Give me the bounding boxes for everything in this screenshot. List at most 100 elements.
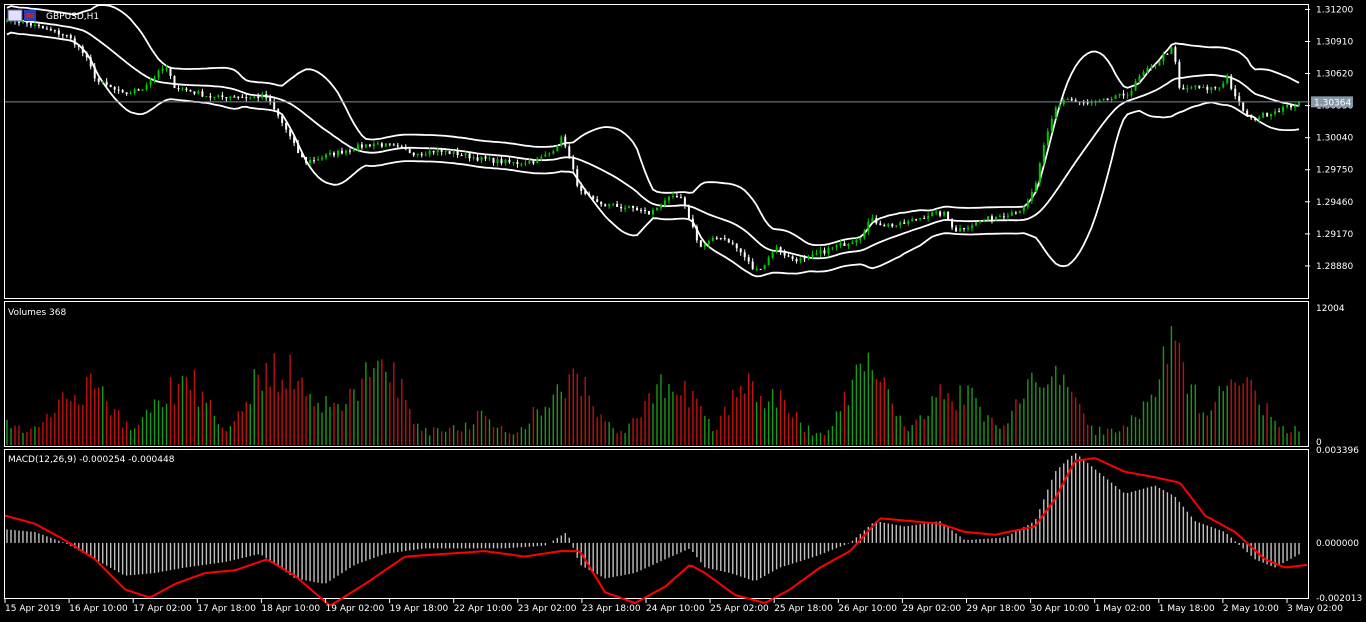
price-candle-body [257, 96, 260, 98]
price-candle-body [325, 154, 328, 158]
price-candle-body [181, 88, 184, 90]
price-candle-body [348, 150, 351, 152]
price-candle-body [620, 206, 623, 209]
macd-pane[interactable]: MACD(12,26,9) -0.000254 -0.000448 0.0033… [4, 446, 1363, 607]
price-candle-body [671, 195, 674, 197]
price-candle-body [975, 222, 978, 226]
price-candle-body [1162, 53, 1165, 62]
price-candle-body [229, 96, 232, 99]
volume-pane[interactable]: Volumes 368 120040 [4, 301, 1345, 449]
price-candle-body [516, 162, 519, 165]
current-price-label: 1.30364 [1314, 98, 1351, 108]
price-candle-body [249, 97, 252, 99]
price-candle-body [476, 157, 479, 161]
bollinger-bands [6, 4, 1300, 278]
price-candle-body [412, 152, 415, 156]
chart-canvas[interactable]: 1.312001.309101.306201.303301.300401.297… [0, 0, 1366, 622]
price-candle-body [723, 238, 726, 240]
price-candle-body [205, 96, 208, 98]
price-candle-body [803, 258, 806, 260]
price-candle-body [903, 222, 906, 224]
price-candle-body [799, 258, 802, 262]
price-candle-body [1022, 206, 1025, 212]
price-candle-body [432, 150, 435, 153]
price-candle-body [843, 243, 846, 246]
price-candle-body [105, 81, 108, 85]
price-candle-body [1158, 61, 1161, 66]
macd-axis: 0.003396 0.000000 -0.002013 [1316, 446, 1362, 604]
price-candle-body [536, 158, 539, 164]
price-candle-body [61, 34, 64, 36]
price-candle-body [1262, 113, 1265, 118]
price-candle-body [261, 94, 264, 98]
price-candle-body [875, 218, 878, 224]
price-candle-body [89, 57, 92, 67]
price-candle-body [69, 35, 72, 39]
price-candle-body [464, 153, 467, 156]
time-tick-label: 15 Apr 2019 [5, 604, 61, 614]
price-candle-body [1294, 105, 1297, 108]
price-candle-body [747, 257, 750, 262]
time-tick-label: 17 Apr 02:00 [133, 604, 192, 614]
price-candle-body [137, 89, 140, 91]
price-candle-body [1150, 65, 1153, 68]
price-candle-body [161, 68, 164, 71]
macd-tick-label: 0.000000 [1316, 539, 1359, 549]
price-candle-body [998, 216, 1001, 218]
price-candle-body [1290, 104, 1293, 108]
price-candle-body [1118, 93, 1121, 96]
price-candle-body [1194, 85, 1197, 88]
price-candle-body [739, 248, 742, 253]
price-candle-body [994, 216, 997, 220]
time-tick-label: 22 Apr 10:00 [454, 604, 513, 614]
price-candle-body [667, 196, 670, 201]
price-candle-body [57, 30, 60, 35]
price-candle-body [616, 204, 619, 207]
price-candle-body [560, 136, 563, 146]
price-candle-body [947, 211, 950, 220]
macd-pane-frame [4, 449, 1309, 599]
price-candle-body [640, 209, 643, 211]
price-candle-body [978, 221, 981, 223]
price-candle-body [612, 204, 615, 206]
price-candle-body [173, 75, 176, 88]
price-candle-body [125, 92, 128, 95]
price-candle-body [245, 97, 248, 99]
price-candle-body [811, 254, 814, 257]
price-candle-body [971, 225, 974, 228]
price-candle-body [1222, 83, 1225, 88]
price-candle-body [165, 68, 168, 70]
price-candle-body [372, 143, 375, 147]
price-candle-body [1110, 98, 1113, 101]
price-candle-body [1186, 88, 1189, 90]
price-candle-body [1070, 98, 1073, 101]
price-candle-body [17, 21, 20, 23]
price-candle-body [727, 238, 730, 243]
price-candle-body [129, 93, 132, 95]
price-candle-body [823, 250, 826, 254]
price-candle-body [632, 205, 635, 208]
price-candle-body [755, 268, 758, 270]
price-candle-body [157, 70, 160, 78]
volume-bars [6, 326, 1300, 445]
price-candle-body [675, 195, 678, 198]
price-candle-body [1234, 88, 1237, 97]
price-candle-body [1218, 87, 1221, 89]
price-candle-body [528, 161, 531, 164]
price-candle-body [468, 153, 471, 159]
price-candle-body [277, 109, 280, 116]
price-candle-body [225, 96, 228, 99]
price-candle-body [305, 156, 308, 163]
price-candle-body [1138, 75, 1141, 82]
price-pane[interactable]: 1.312001.309101.306201.303301.300401.297… [4, 4, 1354, 299]
price-candle-body [1014, 212, 1017, 214]
price-candle-body [301, 152, 304, 157]
price-tick-label: 1.29460 [1316, 198, 1353, 208]
price-candle-body [1042, 145, 1045, 164]
price-candle-body [1202, 86, 1205, 88]
price-candle-body [201, 91, 204, 97]
price-candle-body [691, 218, 694, 227]
price-candle-body [911, 219, 914, 222]
price-candle-body [221, 95, 224, 97]
price-candle-body [424, 154, 427, 156]
